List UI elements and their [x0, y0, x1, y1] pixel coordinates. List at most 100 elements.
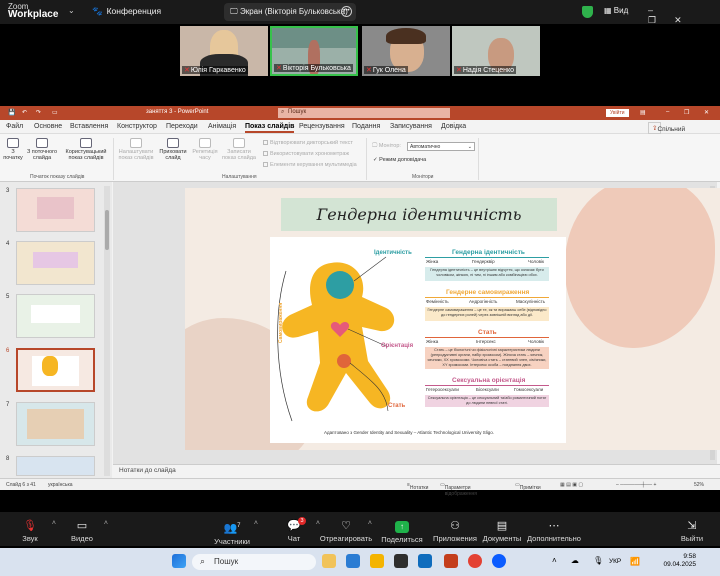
- maximize-icon[interactable]: ❐: [684, 109, 689, 116]
- display-settings[interactable]: ▭ Параметри відображення: [440, 482, 477, 497]
- windows-start-icon[interactable]: [172, 554, 186, 568]
- checkbox-timings[interactable]: Використовувати хронометраж: [263, 151, 349, 157]
- more-icon[interactable]: •••: [341, 6, 352, 17]
- notes-pane[interactable]: Нотатки до слайда: [113, 464, 720, 476]
- slide-canvas[interactable]: Гендерна ідентичність Ідентичність Самов…: [185, 188, 720, 450]
- folder-icon[interactable]: [370, 554, 384, 568]
- participants-button[interactable]: 👥7 Участники ˄: [202, 520, 262, 546]
- scale-item: Гомосексуали: [514, 387, 544, 392]
- scale-item: Бісексуали: [476, 387, 499, 392]
- record-button[interactable]: Записати показ слайда: [220, 138, 258, 161]
- slide-thumbnail[interactable]: [16, 241, 95, 285]
- tab-slideshow[interactable]: Показ слайдів: [245, 123, 295, 133]
- keyboard-language[interactable]: УКР: [609, 558, 621, 565]
- taskbar-search[interactable]: ⌕ Пошук: [192, 554, 316, 570]
- thumb-number: 5: [6, 294, 10, 300]
- tab-animations[interactable]: Анімація: [208, 123, 236, 130]
- tab-recording[interactable]: Записування: [390, 123, 432, 130]
- search-input[interactable]: ⌕ Пошук: [278, 108, 450, 118]
- video-button[interactable]: ▭ Видео ˄: [52, 520, 112, 543]
- participant-tile[interactable]: ✕Гук Олена: [362, 26, 450, 76]
- view-buttons[interactable]: ▦ ▤ ▣ ▢: [560, 482, 583, 488]
- slide-thumbnail[interactable]: [16, 456, 95, 476]
- slide-thumbnail-selected[interactable]: [16, 348, 95, 392]
- close-icon[interactable]: ✕: [704, 109, 709, 116]
- save-icon[interactable]: 💾: [8, 109, 15, 116]
- zoom-slider[interactable]: – ──────┼── +: [616, 482, 656, 488]
- notes-toggle[interactable]: ≡ Нотатки: [407, 482, 428, 491]
- more-icon: ⋯: [548, 520, 560, 532]
- share-indicator[interactable]: 🖵 Экран (Вікторія Бульковська) •••: [224, 3, 356, 21]
- participant-tile[interactable]: ✕Вікторія Бульковська: [270, 26, 358, 76]
- file-explorer-icon[interactable]: [322, 554, 336, 568]
- setup-show-button[interactable]: Налаштувати показ слайдів: [116, 138, 156, 161]
- undo-icon[interactable]: ↶: [22, 109, 27, 116]
- leave-button[interactable]: ⇲ Выйти: [662, 520, 720, 543]
- hide-slide-button[interactable]: Приховати слайд: [156, 138, 190, 161]
- from-current-button[interactable]: З поточного слайда: [24, 138, 60, 161]
- chrome-icon[interactable]: [468, 554, 482, 568]
- sex-dot: [337, 354, 351, 368]
- monitor-label: 🖵 Монітор:: [372, 143, 401, 149]
- signin-button[interactable]: Увійти: [606, 109, 629, 117]
- ribbon: З початку З поточного слайда Користуваць…: [0, 134, 720, 182]
- zoom-level[interactable]: 52%: [694, 482, 704, 488]
- tray-icons[interactable]: ˄ ☁ 🎙: [552, 556, 609, 565]
- slide-thumbnail[interactable]: [16, 402, 95, 446]
- minimize-icon[interactable]: –: [666, 109, 669, 115]
- network-icon[interactable]: 📶: [630, 557, 640, 566]
- tab-view[interactable]: Подання: [352, 123, 380, 130]
- redo-icon[interactable]: ↷: [36, 109, 41, 116]
- ribbon-display-icon[interactable]: ▤: [640, 109, 646, 116]
- tab-help[interactable]: Довідка: [441, 123, 466, 130]
- custom-show-button[interactable]: Користувацький показ слайдів: [62, 138, 110, 161]
- tab-file[interactable]: Файл: [6, 123, 23, 130]
- chevron-down-icon[interactable]: ⌄: [68, 6, 75, 15]
- view-button[interactable]: ▦ Вид: [604, 6, 628, 15]
- slide-thumbnail[interactable]: [16, 294, 95, 338]
- docs-button[interactable]: ▤ Документы: [472, 520, 532, 543]
- present-icon[interactable]: ▭: [52, 109, 58, 116]
- thumbnail-scrollbar[interactable]: [104, 186, 110, 476]
- audio-button[interactable]: 🎙 Звук ˄: [0, 520, 60, 543]
- checkbox-presenter-view[interactable]: ✓ Режим доповідача: [373, 157, 426, 163]
- timer-icon: [199, 138, 211, 148]
- tab-home[interactable]: Основне: [34, 123, 62, 130]
- section-heading: Стать: [478, 329, 497, 336]
- tab-review[interactable]: Рецензування: [299, 123, 345, 130]
- share-access-button[interactable]: ⇪ Спільний доступ: [648, 122, 685, 140]
- powerpoint-icon[interactable]: [444, 554, 458, 568]
- monitor-select[interactable]: Автоматично ⌄: [407, 142, 475, 151]
- language-indicator[interactable]: українська: [48, 482, 73, 488]
- zoom-app-icon[interactable]: [492, 554, 506, 568]
- more-button[interactable]: ⋯ Дополнительно: [524, 520, 584, 543]
- chat-badge: 3: [298, 517, 306, 525]
- section-heading: Гендерна ідентичність: [452, 249, 525, 256]
- react-button[interactable]: ♡ Отреагировать ˄: [316, 520, 376, 543]
- security-shield-icon[interactable]: [582, 6, 593, 18]
- rehearse-button[interactable]: Репетиція часу: [190, 138, 220, 161]
- participant-tile[interactable]: ✕Юлія Гаркавенко: [180, 26, 268, 76]
- comments-toggle[interactable]: ▭ Примітки: [515, 482, 541, 491]
- chat-button[interactable]: 3 💬 Чат ˄: [264, 517, 324, 543]
- citation: Адаптовано з Gender Identity and Sexuali…: [324, 430, 494, 435]
- tab-design[interactable]: Конструктор: [117, 123, 157, 130]
- slide-thumbnails: 3 4 5 6 7 8: [0, 182, 112, 478]
- brain-icon: [326, 271, 354, 299]
- word-icon[interactable]: [346, 554, 360, 568]
- document-icon: ▤: [496, 520, 508, 532]
- checkbox-narrations[interactable]: Відтворювати дикторський текст: [263, 140, 353, 146]
- tab-transitions[interactable]: Переходи: [166, 123, 198, 130]
- checkbox-media-controls[interactable]: Елементи керування мультимедіа: [263, 162, 357, 168]
- window-controls[interactable]: –❐✕: [648, 5, 720, 26]
- outlook-icon[interactable]: [418, 554, 432, 568]
- slide-thumbnail[interactable]: [16, 188, 95, 232]
- slide-counter: Слайд 6 з 41: [6, 482, 36, 488]
- share-button[interactable]: ↑ Поделиться: [372, 520, 432, 544]
- from-start-button[interactable]: З початку: [2, 138, 24, 161]
- participant-tile[interactable]: ✕Надія Стеценко: [452, 26, 540, 76]
- tab-insert[interactable]: Вставлення: [70, 123, 108, 130]
- system-clock[interactable]: 9:58 09.04.2025: [654, 553, 696, 569]
- terminal-icon[interactable]: [394, 554, 408, 568]
- meeting-title[interactable]: 🐾 Конференция: [92, 6, 161, 17]
